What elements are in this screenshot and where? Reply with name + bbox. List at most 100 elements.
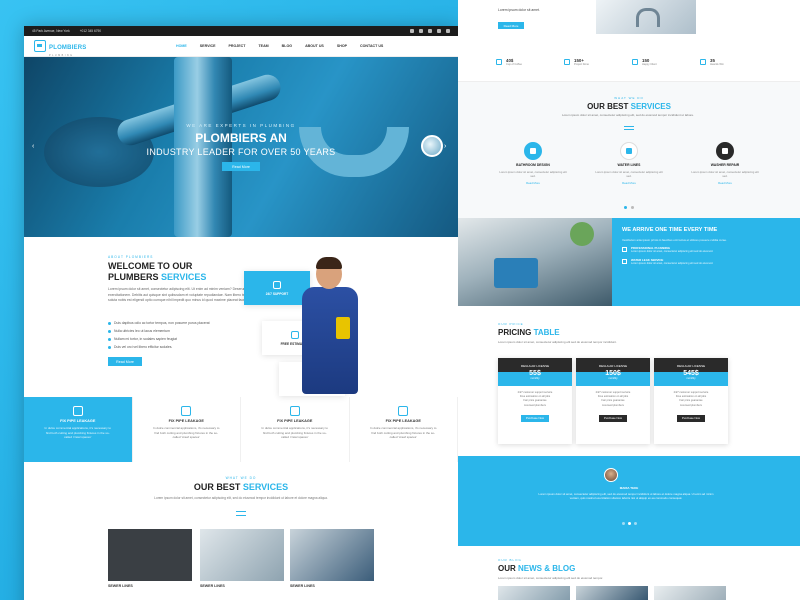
- plan-period: monthly: [608, 377, 618, 380]
- slider-next-arrow-icon[interactable]: ›: [444, 143, 446, 150]
- top-info-bar: 45 Park Avenue, New York +012 345 6790: [24, 26, 458, 36]
- award-icon: [700, 58, 706, 65]
- feature-label: 24/7 SUPPORT: [265, 291, 289, 296]
- stat-label: Cup of Coffee: [506, 62, 522, 66]
- carousel-dot[interactable]: [631, 206, 634, 209]
- twitter-icon[interactable]: [419, 29, 423, 33]
- plan-price: 545$: [683, 370, 699, 377]
- carousel-dot[interactable]: [621, 522, 625, 525]
- news-section: OUR BLOG OUR NEWS & BLOG Lorem ipsum dol…: [458, 546, 800, 600]
- slider-prev-arrow-icon[interactable]: ‹: [32, 143, 34, 150]
- plan-features: 24/7 customer support service Free estim…: [517, 391, 553, 407]
- purchase-button[interactable]: Purchase Now: [599, 414, 627, 422]
- wrench-divider-icon: [624, 126, 634, 130]
- water-lines-icon: [620, 142, 638, 160]
- client-icon: [632, 58, 638, 65]
- service-feature-card[interactable]: FIX PIPE LEAKAGE In dulce commercial app…: [241, 397, 350, 462]
- service-feature-card[interactable]: FIX PIPE LEAKAGE In dulce commercial app…: [24, 397, 133, 462]
- faucet-logo-icon: [34, 40, 46, 52]
- service-item[interactable]: WATER LINES Lorem ipsum dolor sit amet, …: [594, 142, 664, 185]
- service-label: SEWER LINES: [290, 584, 315, 588]
- washer-icon: [716, 142, 734, 160]
- nav-item-team[interactable]: TEAM: [258, 44, 268, 48]
- service-item-desc: Lorem ipsum dolor sit amet, consectetur …: [691, 170, 759, 178]
- about-text: Lorem ipsum dolor sit amet.: [498, 8, 540, 12]
- carousel-dot[interactable]: [627, 522, 631, 525]
- services-title: OUR BEST SERVICES: [24, 482, 458, 492]
- faucet-icon: [398, 406, 409, 416]
- plan-name: REGULAR LICENSE: [676, 364, 706, 368]
- instagram-icon[interactable]: [428, 29, 432, 33]
- plan-price: 150$: [605, 370, 621, 377]
- check-icon: [622, 247, 627, 252]
- service-item-desc: Lorem ipsum dolor sit amet, consectetur …: [595, 170, 663, 178]
- service-feature-card[interactable]: FIX PIPE LEAKAGE In dulce commercial app…: [350, 397, 458, 462]
- arrive-item-desc: Lorem ipsum dolor sit amet, consectetur …: [631, 261, 714, 265]
- phone-text: +012 345 6790: [79, 29, 102, 33]
- carousel-dot[interactable]: [633, 522, 637, 525]
- welcome-list: Duis dapibus odio ac tortor tempus, non …: [108, 319, 210, 351]
- pricing-card: REGULAR LICENSE 150$ monthly 24/7 custom…: [576, 358, 650, 444]
- carousel-dot[interactable]: [624, 206, 627, 209]
- nav-item-project[interactable]: PROJECT: [229, 44, 246, 48]
- site-logo[interactable]: PLOMBIERS PLUMBING: [34, 36, 176, 57]
- service-feature-title: FIX PIPE LEAKAGE: [277, 419, 313, 423]
- faucet-icon: [72, 406, 83, 416]
- purchase-button[interactable]: Purchase Now: [521, 414, 549, 422]
- plan-features: 24/7 customer support service Free estim…: [673, 391, 709, 407]
- nav-item-shop[interactable]: SHOP: [337, 44, 347, 48]
- coffee-icon: [496, 58, 502, 65]
- plumber-worker-image: [294, 257, 366, 394]
- nav-item-about[interactable]: ABOUT US: [305, 44, 324, 48]
- nav-item-service[interactable]: SERVICE: [200, 44, 216, 48]
- welcome-read-more-button[interactable]: Read More: [108, 357, 142, 366]
- services-desc: Lorem ipsum dolor sit amet, consectetur …: [561, 113, 695, 117]
- blog-image[interactable]: [576, 586, 648, 600]
- pricing-kicker: OUR PRICE: [498, 322, 524, 326]
- logo-text: PLOMBIERS: [49, 44, 87, 51]
- headset-icon: [273, 280, 281, 289]
- stat-label: Happy Client: [642, 62, 657, 66]
- welcome-kicker: ABOUT PLOMBIERS: [108, 255, 154, 259]
- list-item: Duis vel orci vel libero efficitur sodal…: [108, 343, 210, 351]
- plan-price: 55$: [529, 370, 541, 377]
- service-item-read-more[interactable]: Read More: [526, 181, 540, 185]
- about-continued: Lorem ipsum dolor sit amet. Read More: [458, 0, 800, 42]
- news-kicker: OUR BLOG: [498, 558, 522, 562]
- hero-read-more-button[interactable]: Read More: [222, 162, 260, 171]
- service-feature-card[interactable]: FIX PIPE LEAKAGE In dulce commercial app…: [133, 397, 241, 462]
- service-item[interactable]: WASHER REPAIR Lorem ipsum dolor sit amet…: [690, 142, 760, 185]
- slider-thumbnail[interactable]: [421, 135, 443, 157]
- about-read-more-button[interactable]: Read More: [498, 22, 524, 29]
- nav-item-blog[interactable]: BLOG: [282, 44, 292, 48]
- blog-image[interactable]: [654, 586, 726, 600]
- service-feature-title: FIX PIPE LEAKAGE: [168, 419, 204, 423]
- service-item[interactable]: BATHROOM DESIGN Lorem ipsum dolor sit am…: [498, 142, 568, 185]
- service-item-read-more[interactable]: Read More: [718, 181, 732, 185]
- arrive-panel: WE ARRIVE ONE TIME EVERY TIME Vestibulum…: [612, 218, 800, 306]
- service-image[interactable]: [290, 529, 374, 581]
- nav-item-contact[interactable]: CONTACT US: [360, 44, 383, 48]
- welcome-title: WELCOME TO OUR PLUMBERS SERVICES: [108, 261, 206, 283]
- stats-bar: 40$ Cup of Coffee 150+ Project Done 150 Hap…: [458, 42, 800, 82]
- address-text: 45 Park Avenue, New York: [32, 29, 70, 33]
- arrive-title: WE ARRIVE ONE TIME EVERY TIME: [622, 227, 718, 233]
- stat-item: 35 Awards Win: [700, 58, 768, 66]
- nav-item-home[interactable]: HOME: [176, 44, 187, 48]
- service-feature-desc: In dulce commercial applications, it's n…: [370, 426, 437, 439]
- blog-image[interactable]: [498, 586, 570, 600]
- welcome-title-line2a: PLUMBERS: [108, 272, 162, 282]
- skype-icon[interactable]: [446, 29, 450, 33]
- arrive-item: PROFESSIONAL PLUMBING Lorem ipsum dolor …: [622, 246, 790, 254]
- linkedin-icon[interactable]: [437, 29, 441, 33]
- service-image[interactable]: [108, 529, 192, 581]
- service-item-read-more[interactable]: Read More: [622, 181, 636, 185]
- plan-period: monthly: [686, 377, 696, 380]
- service-image[interactable]: [200, 529, 284, 581]
- wrench-divider-icon: [236, 511, 246, 516]
- facebook-icon[interactable]: [410, 29, 414, 33]
- pricing-card: REGULAR LICENSE 545$ monthly 24/7 custom…: [654, 358, 728, 444]
- purchase-button[interactable]: Purchase Now: [677, 414, 705, 422]
- list-item: Duis dapibus odio ac tortor tempus, non …: [108, 319, 210, 327]
- main-navbar: PLOMBIERS PLUMBING HOME SERVICE PROJECT …: [24, 36, 458, 57]
